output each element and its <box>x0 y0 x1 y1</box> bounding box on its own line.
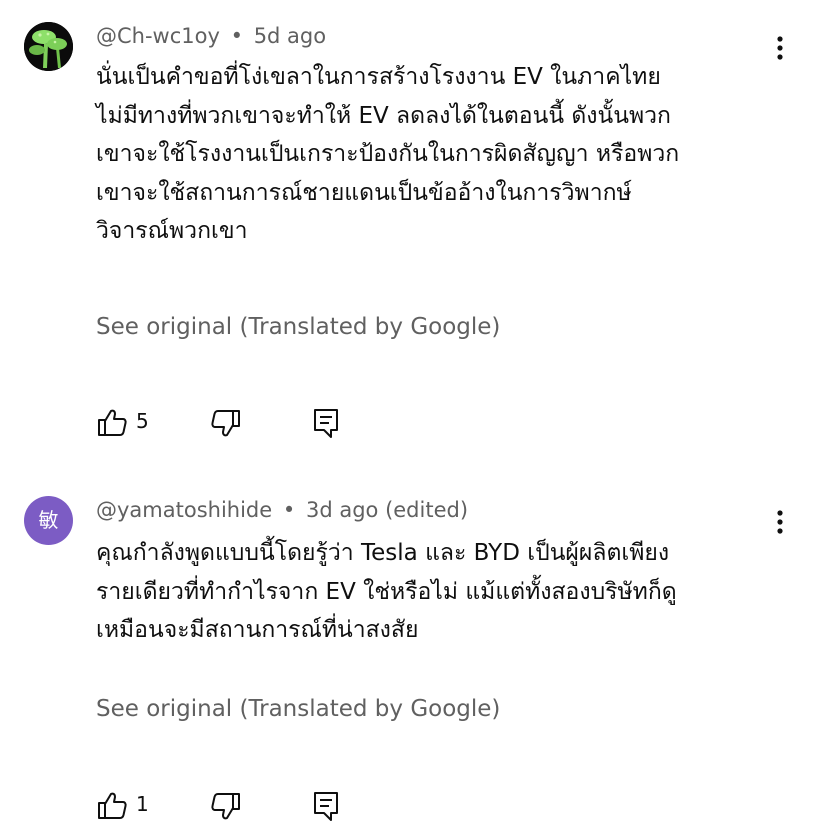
author-name[interactable]: @Ch-wc1oy <box>96 24 220 48</box>
comment-line: วิจารณ์พวกเขา <box>96 218 248 244</box>
comment-text: นั่นเป็นคำขอที่โง่เขลาในการสร้างโรงงาน E… <box>96 58 796 251</box>
author-name[interactable]: @yamatoshihide <box>96 498 272 522</box>
dislike-button[interactable] <box>208 789 242 823</box>
like-button[interactable] <box>96 789 130 823</box>
comment-line: เขาจะใช้สถานการณ์ชายแดนเป็นข้ออ้างในการว… <box>96 179 632 206</box>
comment-actions: 5 <box>96 406 356 440</box>
like-count: 1 <box>136 792 149 816</box>
like-button[interactable] <box>96 406 130 440</box>
timestamp[interactable]: 5d ago <box>254 24 326 48</box>
see-original-link[interactable]: See original (Translated by Google) <box>96 314 500 340</box>
reply-button[interactable] <box>310 789 344 823</box>
comment-actions: 1 <box>96 789 356 823</box>
edited-label: (edited) <box>385 498 469 522</box>
reply-icon <box>314 792 338 821</box>
like-count: 5 <box>136 409 149 433</box>
dislike-button[interactable] <box>208 406 242 440</box>
separator: • <box>230 24 243 48</box>
comment-line: รายเดียวที่ทำกำไรจาก EV ใช่หรือไม่ แม้แต… <box>96 578 677 605</box>
comment-line: คุณกำลังพูดแบบนี้โดยรู้ว่า Tesla และ BYD… <box>96 540 670 566</box>
thumbs-up-icon <box>98 409 127 436</box>
thumbs-down-icon <box>211 410 240 437</box>
green-mushroom-icon <box>24 22 73 71</box>
comment-line: ไม่มีทางที่พวกเขาจะทำให้ EV ลดลงได้ในตอน… <box>96 102 671 129</box>
comment-text: คุณกำลังพูดแบบนี้โดยรู้ว่า Tesla และ BYD… <box>96 534 796 650</box>
see-original-link[interactable]: See original (Translated by Google) <box>96 696 500 722</box>
comment-line: เขาจะใช้โรงงานเป็นเกราะป้องกันในการผิดสั… <box>96 141 680 167</box>
comment-meta: @Ch-wc1oy • 5d ago <box>96 24 326 48</box>
reply-button[interactable] <box>310 406 344 440</box>
reply-icon <box>314 409 338 438</box>
thumbs-up-icon <box>98 792 127 819</box>
comment-line: เหมือนจะมีสถานการณ์ที่น่าสงสัย <box>96 617 419 643</box>
separator: • <box>282 498 296 522</box>
comment-line: นั่นเป็นคำขอที่โง่เขลาในการสร้างโรงงาน E… <box>96 64 661 90</box>
avatar[interactable] <box>24 22 73 71</box>
avatar[interactable]: 敏 <box>24 496 73 545</box>
thumbs-down-icon <box>211 793 240 820</box>
comment-meta: @yamatoshihide • 3d ago (edited) <box>96 498 468 522</box>
timestamp[interactable]: 3d ago <box>306 498 378 522</box>
